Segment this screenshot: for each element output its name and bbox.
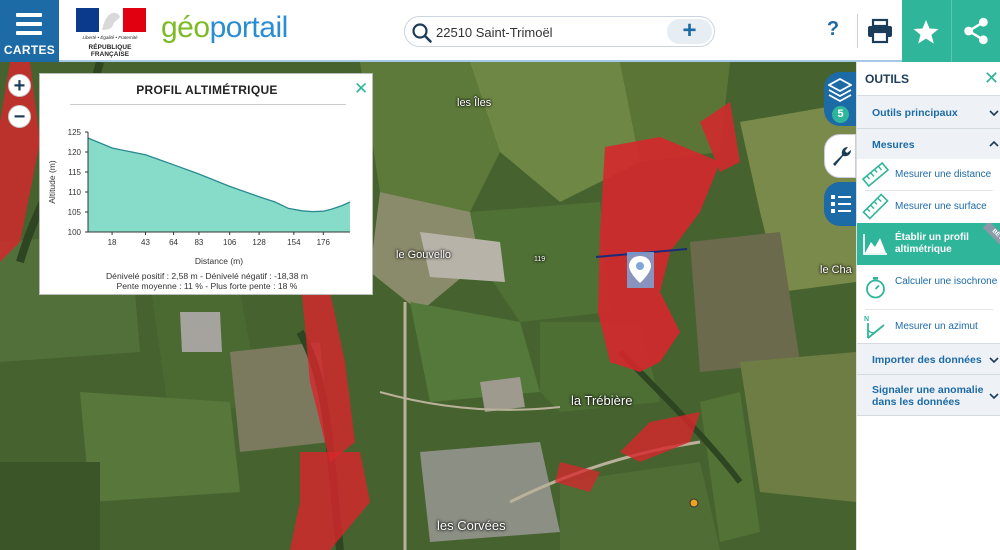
svg-text:N: N xyxy=(864,316,869,323)
parcel-number-label: 119 xyxy=(534,256,546,263)
layers-button[interactable]: 5 xyxy=(824,72,856,126)
x-axis-label: Distance (m) xyxy=(195,256,243,266)
search-icon[interactable] xyxy=(411,22,433,44)
x-tick-label: 43 xyxy=(141,238,150,247)
tool-label: Mesurer une distance xyxy=(895,169,992,180)
y-tick-label: 125 xyxy=(68,128,82,137)
zoom-out-button[interactable]: − xyxy=(8,105,31,128)
x-tick-label: 128 xyxy=(252,238,266,247)
brand-o: o xyxy=(193,11,210,44)
brand-suffix: portail xyxy=(209,11,289,44)
wrench-icon xyxy=(833,147,851,166)
ruler-icon xyxy=(862,161,889,188)
layers-icon xyxy=(828,77,852,103)
x-tick-label: 176 xyxy=(317,238,331,247)
tool-label: Calculer une isochrone xyxy=(895,276,998,287)
star-icon[interactable] xyxy=(902,0,950,62)
section-label: Signaler une anomalie dans les données xyxy=(872,384,984,408)
x-tick-label: 18 xyxy=(108,238,117,247)
place-label-les-iles: les Îles xyxy=(457,97,492,109)
cartes-menu-button[interactable]: CARTES xyxy=(0,0,59,62)
y-tick-label: 120 xyxy=(68,148,82,157)
tool-label: Mesurer une surface xyxy=(895,201,987,212)
place-label-le-cha: le Cha xyxy=(820,264,852,276)
chevron-down-icon xyxy=(989,110,999,117)
hamburger-icon xyxy=(16,13,42,40)
section-label: Mesures xyxy=(872,139,915,151)
place-label-la-trebiere: la Trébière xyxy=(571,393,633,408)
section-label: Outils principaux xyxy=(872,107,958,119)
share-icon[interactable] xyxy=(951,0,1000,62)
section-outils-principaux[interactable]: Outils principaux xyxy=(857,95,1000,128)
legend-button[interactable] xyxy=(824,182,856,226)
section-label: Importer des données xyxy=(872,354,982,366)
panel-close-icon[interactable]: ✕ xyxy=(984,69,999,87)
geoportail-logo[interactable]: géoportail xyxy=(161,10,288,46)
chevron-up-icon xyxy=(989,140,999,147)
tool-elevation-profile[interactable]: Établir un profil altimétrique BÊTA xyxy=(857,223,1000,265)
stopwatch-icon xyxy=(866,277,885,299)
tool-label: Mesurer un azimut xyxy=(895,321,978,332)
tools-panel: OUTILS ✕ Outils principaux Mesures Mesur… xyxy=(856,62,1000,550)
top-bar: CARTES Liberté • Égalité • Fraternité RÉ… xyxy=(0,0,1000,62)
y-tick-label: 105 xyxy=(68,208,82,217)
section-importer-donnees[interactable]: Importer des données xyxy=(857,343,1000,374)
profile-stats-line2: Pente moyenne : 11 % - Plus forte pente … xyxy=(116,280,298,291)
azimuth-icon: N xyxy=(864,316,885,339)
section-signaler-anomalie[interactable]: Signaler une anomalie dans les données xyxy=(857,374,1000,416)
tools-button[interactable] xyxy=(824,134,856,178)
search-input[interactable] xyxy=(436,23,666,41)
profile-stats: Dénivelé positif : 2,58 m - Dénivelé nég… xyxy=(40,271,374,291)
tool-label: Établir un profil altimétrique xyxy=(895,232,969,255)
elevation-profile-window: PROFIL ALTIMÉTRIQUE ✕ 100 105 110 115 120 125… xyxy=(39,73,373,295)
chevron-down-icon xyxy=(989,393,999,400)
y-axis-label: Altitude (m) xyxy=(47,160,57,204)
elevation-profile-icon xyxy=(863,234,887,255)
elevation-area xyxy=(88,138,350,232)
x-tick-label: 64 xyxy=(169,238,178,247)
zoom-in-button[interactable]: + xyxy=(8,74,31,97)
profile-title: PROFIL ALTIMÉTRIQUE xyxy=(136,83,278,97)
profile-divider xyxy=(70,104,346,105)
place-label-les-corvees: les Corvées xyxy=(437,518,506,533)
x-tick-label: 154 xyxy=(287,238,301,247)
section-mesures[interactable]: Mesures xyxy=(857,128,1000,159)
help-button[interactable]: ? xyxy=(822,18,844,44)
profile-close-icon[interactable]: ✕ xyxy=(354,80,368,97)
panel-header: OUTILS ✕ xyxy=(857,62,1000,95)
search-add-button[interactable]: + xyxy=(667,19,712,44)
elevation-chart: 100 105 110 115 120 125 18 43 64 83 106 128 154 176 Di… xyxy=(47,128,351,266)
tool-measure-distance[interactable]: Mesurer une distance xyxy=(857,159,1000,191)
print-icon[interactable] xyxy=(866,18,894,44)
cartes-label: CARTES xyxy=(3,43,56,57)
rf-motto: Liberté • Égalité • Fraternité xyxy=(82,35,138,40)
x-tick-label: 106 xyxy=(223,238,237,247)
favorites-share-group xyxy=(902,0,1000,62)
marianne-flag-icon xyxy=(76,8,146,32)
y-tick-label: 115 xyxy=(68,168,81,177)
y-tick-label: 100 xyxy=(68,228,82,237)
header-divider xyxy=(857,14,858,48)
search-bar: + xyxy=(404,16,715,47)
tool-azimuth[interactable]: N Mesurer un azimut xyxy=(857,310,1000,343)
x-tick-label: 83 xyxy=(194,238,203,247)
tool-measure-surface[interactable]: Mesurer une surface xyxy=(857,191,1000,223)
chevron-down-icon xyxy=(989,357,999,364)
place-label-le-gouvello: le Gouvello xyxy=(396,249,452,261)
panel-title: OUTILS xyxy=(865,72,909,86)
list-icon xyxy=(831,195,851,213)
ruler-diagonal-icon xyxy=(862,193,889,220)
layers-count-badge: 5 xyxy=(832,106,849,123)
brand-prefix: gé xyxy=(161,11,194,44)
y-tick-label: 110 xyxy=(68,188,81,197)
rf-name: RÉPUBLIQUE FRANÇAISE xyxy=(88,44,132,58)
republique-francaise-logo[interactable]: Liberté • Égalité • Fraternité RÉPUBLIQU… xyxy=(73,8,147,58)
tool-isochrone[interactable]: Calculer une isochrone xyxy=(857,265,1000,310)
